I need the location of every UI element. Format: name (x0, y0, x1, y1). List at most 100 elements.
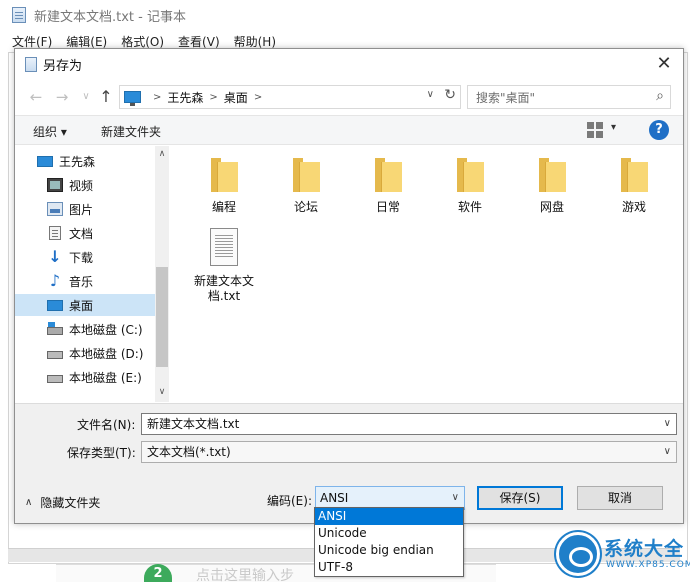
nav-item-music[interactable]: ♪ 音乐 (15, 270, 155, 292)
recent-locations-icon[interactable]: ∨ (77, 87, 95, 107)
folder-item-programming[interactable]: 编程 (189, 158, 259, 215)
cancel-button[interactable]: 取消 (577, 486, 663, 510)
folder-item-forum[interactable]: 论坛 (271, 158, 341, 215)
watermark-url: WWW.XP85.COM (606, 560, 690, 570)
scroll-down-icon[interactable]: ∨ (156, 387, 168, 399)
text-file-item[interactable]: 新建文本文 档.txt (189, 228, 259, 304)
folder-icon (539, 158, 566, 192)
folder-item-software[interactable]: 软件 (435, 158, 505, 215)
breadcrumb-separator-icon[interactable]: > (209, 92, 217, 103)
encoding-option-ansi[interactable]: ANSI (315, 508, 463, 525)
download-icon: ↓ (48, 247, 62, 266)
folder-item-daily[interactable]: 日常 (353, 158, 423, 215)
chevron-down-icon[interactable]: ∨ (664, 442, 671, 462)
encoding-option-unicode-big-endian[interactable]: Unicode big endian (315, 542, 463, 559)
nav-item-user[interactable]: 王先森 (15, 150, 155, 172)
nav-item-pictures[interactable]: 图片 (15, 198, 155, 220)
up-arrow-icon[interactable]: ↑ (97, 87, 115, 107)
notepad-title: 新建文本文档.txt - 记事本 (34, 9, 186, 25)
close-icon[interactable]: ✕ (653, 53, 675, 75)
file-label: 游戏 (621, 200, 646, 214)
nav-item-label: 音乐 (69, 274, 94, 289)
nav-item-documents[interactable]: 文档 (15, 222, 155, 244)
folder-icon (375, 158, 402, 192)
hide-folders-toggle[interactable]: ∧ 隐藏文件夹 (25, 494, 100, 511)
nav-item-drive-d[interactable]: 本地磁盘 (D:) (15, 342, 155, 364)
desktop-icon (124, 91, 141, 106)
new-folder-button[interactable]: 新建文件夹 (101, 123, 161, 140)
file-label: 网盘 (539, 200, 564, 214)
encoding-value: ANSI (320, 491, 349, 505)
folder-icon (211, 158, 238, 192)
address-dropdown-icon[interactable]: ∨ (427, 89, 434, 100)
help-icon[interactable]: ? (649, 120, 669, 140)
search-icon[interactable]: ⌕ (656, 88, 664, 104)
file-list: 编程 论坛 日常 软件 网盘 游戏 新建文本文 档.txt (173, 146, 681, 402)
nav-item-label: 桌面 (69, 298, 94, 313)
nav-item-drive-c[interactable]: 本地磁盘 (C:) (15, 318, 155, 340)
search-input[interactable]: 搜索"桌面" ⌕ (467, 85, 671, 109)
refresh-icon[interactable]: ↻ (444, 87, 456, 103)
nav-item-label: 文档 (69, 226, 94, 241)
scroll-up-icon[interactable]: ∧ (156, 149, 168, 161)
background-step-text: 点击这里输入步 (196, 568, 294, 582)
dialog-titlebar: 另存为 (15, 49, 683, 79)
filetype-label: 保存类型(T): (67, 446, 136, 460)
folder-icon (457, 158, 484, 192)
encoding-dropdown-list: ANSI Unicode Unicode big endian UTF-8 (314, 507, 464, 577)
view-options-icon[interactable] (587, 122, 603, 138)
save-button[interactable]: 保存(S) (477, 486, 563, 510)
save-options-panel: 文件名(N): 新建文本文档.txt ∨ 保存类型(T): 文本文档(*.txt… (15, 403, 683, 523)
nav-item-videos[interactable]: 视频 (15, 174, 155, 196)
desktop-icon (47, 299, 63, 311)
nav-item-label: 王先森 (59, 154, 96, 169)
encoding-option-unicode[interactable]: Unicode (315, 525, 463, 542)
breadcrumb-desktop[interactable]: 桌面 (224, 89, 248, 106)
view-dropdown-icon[interactable]: ▾ (611, 122, 616, 133)
dialog-notepad-icon (25, 56, 37, 72)
encoding-option-utf8[interactable]: UTF-8 (315, 559, 463, 576)
brand-logo-icon (556, 532, 600, 576)
nav-item-desktop[interactable]: 桌面 (15, 294, 155, 316)
video-icon (47, 178, 63, 192)
nav-pane-scroll-thumb[interactable] (156, 267, 168, 367)
navigation-pane: 王先森 视频 图片 文档 ↓ 下载 ♪ 音乐 桌面 本地磁盘 (C:) 本地磁盘… (15, 146, 169, 402)
menu-edit[interactable]: 编辑(E) (66, 33, 107, 50)
nav-item-label: 图片 (69, 202, 94, 217)
notepad-titlebar: 新建文本文档.txt - 记事本 (0, 0, 690, 30)
folder-icon (621, 158, 648, 192)
search-placeholder: 搜索"桌面" (476, 90, 536, 105)
pictures-icon (47, 202, 63, 216)
chevron-down-icon[interactable]: ∨ (664, 414, 671, 434)
file-label-line: 新建文本文 (193, 274, 254, 288)
folder-icon (293, 158, 320, 192)
breadcrumb-separator-icon[interactable]: > (254, 92, 262, 103)
chevron-down-icon[interactable]: ∨ (452, 487, 459, 509)
organize-button[interactable]: 组织 ▾ (33, 123, 67, 140)
file-label: 软件 (457, 200, 482, 214)
file-label: 论坛 (293, 200, 318, 214)
filename-input[interactable]: 新建文本文档.txt ∨ (141, 413, 677, 435)
folder-item-games[interactable]: 游戏 (599, 158, 669, 215)
folder-item-netdisk[interactable]: 网盘 (517, 158, 587, 215)
nav-item-label: 本地磁盘 (C:) (69, 322, 143, 337)
menu-file[interactable]: 文件(F) (12, 33, 52, 50)
command-toolbar: 组织 ▾ 新建文件夹 ▾ ? (15, 115, 683, 145)
encoding-label: 编码(E): (267, 494, 312, 508)
menu-view[interactable]: 查看(V) (178, 33, 220, 50)
nav-item-drive-e[interactable]: 本地磁盘 (E:) (15, 366, 155, 388)
breadcrumb-user[interactable]: 王先森 (167, 89, 203, 106)
file-label: 编程 (211, 200, 236, 214)
nav-item-label: 本地磁盘 (D:) (69, 346, 144, 361)
hide-folders-label: 隐藏文件夹 (40, 496, 101, 510)
address-bar[interactable]: > 王先森 > 桌面 > ∨ ↻ (119, 85, 461, 109)
computer-icon (37, 155, 53, 167)
chevron-up-icon: ∧ (25, 497, 33, 508)
menu-help[interactable]: 帮助(H) (234, 33, 276, 50)
menu-format[interactable]: 格式(O) (121, 33, 164, 50)
nav-item-label: 下载 (69, 250, 94, 265)
nav-item-downloads[interactable]: ↓ 下载 (15, 246, 155, 268)
back-arrow-icon[interactable]: ← (27, 87, 45, 107)
forward-arrow-icon[interactable]: → (53, 87, 71, 107)
filetype-select[interactable]: 文本文档(*.txt) ∨ (141, 441, 677, 463)
